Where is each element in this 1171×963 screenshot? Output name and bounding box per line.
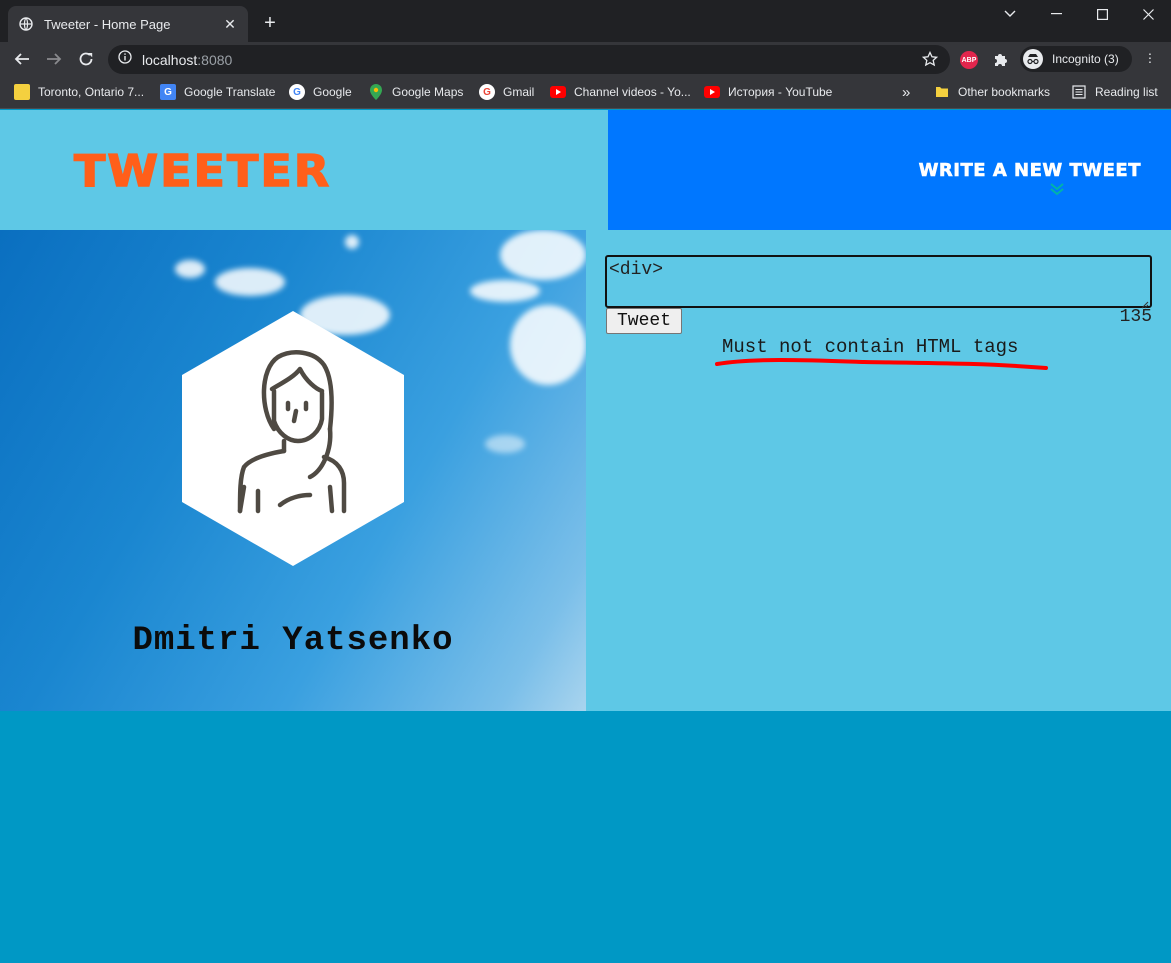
adblock-extension-icon[interactable]: ABP xyxy=(960,51,978,69)
tab-title: Tweeter - Home Page xyxy=(44,16,171,32)
address-bar[interactable]: localhost:8080 xyxy=(108,45,950,74)
bookmark-item[interactable]: Toronto, Ontario 7... xyxy=(14,83,144,101)
bookmark-label: Toronto, Ontario 7... xyxy=(38,85,145,99)
bookmark-item[interactable]: G Google Translate xyxy=(160,83,275,101)
bookmark-item[interactable]: Channel videos - Yo... xyxy=(550,83,691,101)
weather-icon xyxy=(14,84,30,100)
youtube-icon xyxy=(704,84,720,100)
bookmark-label: Channel videos - Yo... xyxy=(574,85,691,99)
reading-list-icon xyxy=(1071,84,1087,100)
reading-list[interactable]: Reading list xyxy=(1071,83,1158,101)
bookmark-item[interactable]: История - YouTube xyxy=(704,83,832,101)
sky-cloud xyxy=(345,235,359,249)
other-bookmarks-label: Other bookmarks xyxy=(958,85,1051,99)
character-counter: 135 xyxy=(1119,307,1152,327)
sky-cloud xyxy=(510,305,586,385)
sky-cloud xyxy=(470,280,540,302)
sky-cloud xyxy=(175,260,205,278)
browser-toolbar: localhost:8080 ABP Incognito (3) · · · xyxy=(0,42,1171,76)
forward-icon[interactable] xyxy=(42,47,66,71)
reading-list-label: Reading list xyxy=(1095,85,1158,99)
url-host: localhost xyxy=(142,51,198,68)
write-new-tweet-label: WRITE A NEW TWEET xyxy=(918,160,1141,182)
incognito-icon xyxy=(1023,49,1043,69)
site-logo: TWEETER xyxy=(73,145,332,198)
youtube-icon xyxy=(550,84,566,100)
back-icon[interactable] xyxy=(10,47,34,71)
google-icon: G xyxy=(289,84,305,100)
url-port: :8080 xyxy=(197,51,233,68)
globe-icon xyxy=(18,16,34,32)
other-bookmarks[interactable]: Other bookmarks xyxy=(934,83,1050,101)
bookmark-label: Google Maps xyxy=(392,85,464,99)
bookmark-label: Gmail xyxy=(503,85,535,99)
bookmark-label: История - YouTube xyxy=(728,85,833,99)
site-header: TWEETER WRITE A NEW TWEET xyxy=(0,110,1171,230)
browser-menu-icon[interactable]: · · · xyxy=(1142,46,1158,68)
tab-close-icon[interactable]: ✕ xyxy=(222,16,238,33)
bookmark-label: Google xyxy=(313,85,352,99)
browser-tabstrip: Tweeter - Home Page ✕ + xyxy=(0,0,1171,42)
profile-panel: Dmitri Yatsenko xyxy=(0,230,586,711)
folder-icon xyxy=(934,84,950,100)
tweet-submit-button[interactable]: Tweet xyxy=(606,308,682,334)
translate-icon: G xyxy=(160,84,176,100)
page-background xyxy=(0,711,1171,963)
bookmark-item[interactable]: G Google xyxy=(289,83,352,101)
maps-icon xyxy=(368,84,384,100)
red-underline-annotation xyxy=(714,354,1050,377)
bookmarks-overflow-icon[interactable]: » xyxy=(902,83,910,101)
incognito-label: Incognito (3) xyxy=(1052,52,1119,66)
tab-search-icon[interactable] xyxy=(987,0,1033,28)
new-tab-icon[interactable]: + xyxy=(258,11,282,35)
minimize-icon[interactable] xyxy=(1033,0,1079,28)
double-chevron-down-icon[interactable] xyxy=(1049,182,1065,201)
bookmark-item[interactable]: G Gmail xyxy=(479,83,534,101)
incognito-profile-button[interactable]: Incognito (3) xyxy=(1020,46,1132,72)
extensions-puzzle-icon[interactable] xyxy=(992,50,1010,73)
sky-cloud xyxy=(485,435,525,453)
avatar xyxy=(182,311,404,566)
tweet-composer: Tweet 135 Must not contain HTML tags xyxy=(586,230,1171,711)
bookmark-label: Google Translate xyxy=(184,85,276,99)
site-info-icon[interactable] xyxy=(118,50,132,69)
sky-cloud xyxy=(215,268,285,296)
maximize-icon[interactable] xyxy=(1079,0,1125,28)
google-icon: G xyxy=(479,84,495,100)
reload-icon[interactable] xyxy=(74,47,98,71)
close-window-icon[interactable] xyxy=(1125,0,1171,28)
write-new-tweet-toggle[interactable]: WRITE A NEW TWEET xyxy=(608,110,1171,230)
browser-tab[interactable]: Tweeter - Home Page ✕ xyxy=(8,6,248,42)
bookmarks-bar: Toronto, Ontario 7... G Google Translate… xyxy=(0,76,1171,109)
page-content: TWEETER WRITE A NEW TWEET Dmitri Yatsenk… xyxy=(0,110,1171,963)
bookmark-star-icon[interactable] xyxy=(921,50,939,72)
bookmark-item[interactable]: Google Maps xyxy=(368,83,463,101)
sky-cloud xyxy=(500,230,586,280)
profile-username: Dmitri Yatsenko xyxy=(132,622,454,660)
tweet-textarea[interactable] xyxy=(605,255,1152,308)
